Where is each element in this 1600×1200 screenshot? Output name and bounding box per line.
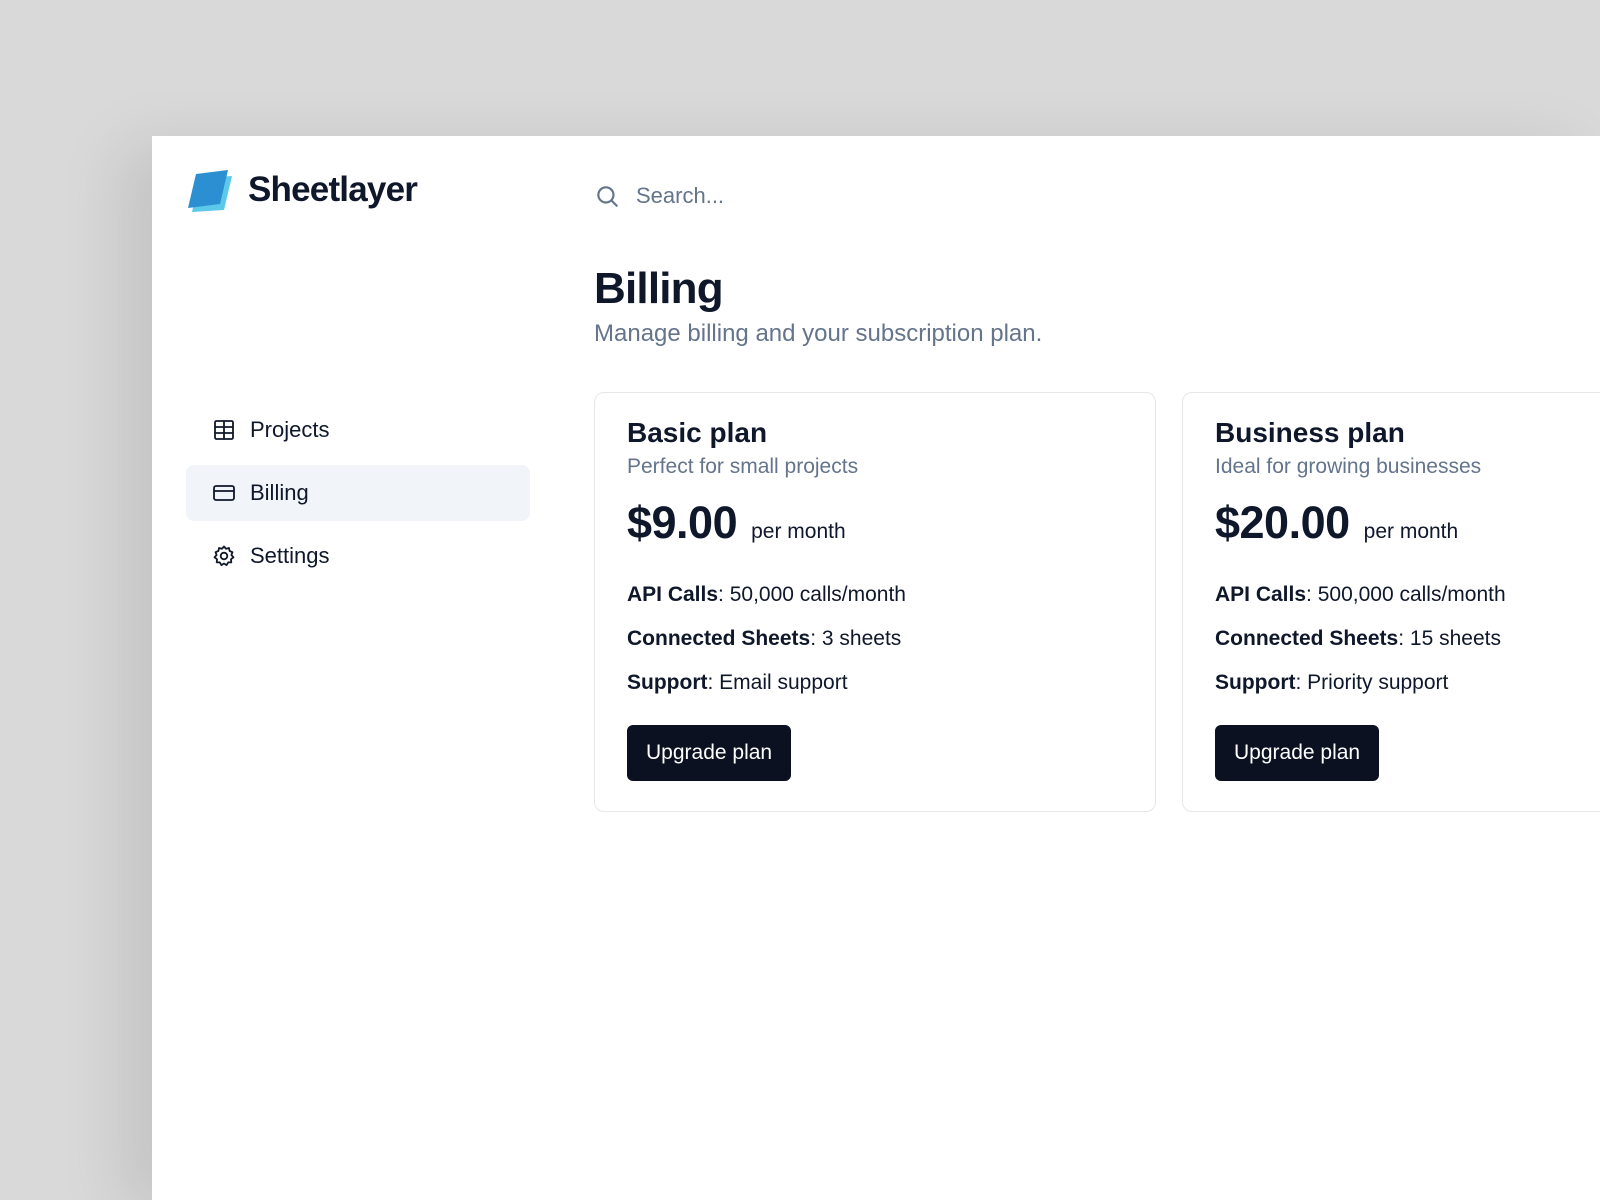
sidebar-item-billing[interactable]: Billing	[186, 465, 530, 521]
feature-item: API Calls: 50,000 calls/month	[627, 573, 1123, 617]
search-input[interactable]	[634, 182, 1058, 210]
sidebar: Projects Billing Settings	[186, 402, 530, 591]
sidebar-item-label: Billing	[250, 480, 309, 505]
feature-value: : Email support	[707, 671, 848, 694]
feature-list: API Calls: 50,000 calls/month Connected …	[627, 573, 1123, 705]
brand-name: Sheetlayer	[248, 170, 418, 209]
feature-item: Support: Priority support	[1215, 661, 1600, 705]
plan-period: per month	[1363, 520, 1459, 543]
stacked-sheets-logo	[188, 170, 232, 212]
credit-card-icon	[212, 481, 236, 505]
feature-value: : Priority support	[1295, 671, 1449, 694]
upgrade-plan-button[interactable]: Upgrade plan	[627, 725, 792, 781]
table-icon	[212, 418, 236, 442]
sidebar-item-projects[interactable]: Projects	[186, 402, 530, 458]
feature-key: Connected Sheets	[627, 627, 811, 650]
feature-value: : 15 sheets	[1398, 627, 1501, 650]
sidebar-item-label: Settings	[250, 543, 330, 568]
plan-price: $20.00	[1215, 497, 1350, 548]
plan-price: $9.00	[627, 497, 738, 548]
feature-key: Support	[1215, 671, 1296, 694]
feature-value: : 500,000 calls/month	[1306, 583, 1506, 606]
feature-key: API Calls	[1215, 583, 1307, 606]
feature-item: Connected Sheets: 3 sheets	[627, 617, 1123, 661]
feature-item: Connected Sheets: 15 sheets	[1215, 617, 1600, 661]
feature-list: API Calls: 500,000 calls/month Connected…	[1215, 573, 1600, 705]
upgrade-plan-button[interactable]: Upgrade plan	[1215, 725, 1380, 781]
app-window: Sheetlayer Projects	[152, 136, 1600, 1200]
sidebar-item-settings[interactable]: Settings	[186, 528, 530, 584]
price-row: $20.00 per month	[1215, 497, 1600, 549]
plans-container: Basic plan Perfect for small projects $9…	[594, 392, 1600, 812]
feature-key: Connected Sheets	[1215, 627, 1399, 650]
feature-value: : 3 sheets	[810, 627, 902, 650]
sidebar-item-label: Projects	[250, 417, 330, 442]
price-row: $9.00 per month	[627, 497, 1123, 549]
plan-period: per month	[751, 520, 846, 543]
gear-icon	[212, 544, 236, 568]
feature-key: Support	[627, 671, 708, 694]
page-title: Billing	[594, 264, 724, 313]
plan-name: Basic plan	[627, 417, 768, 448]
plan-description: Ideal for growing businesses	[1215, 455, 1482, 478]
plan-card-basic: Basic plan Perfect for small projects $9…	[594, 392, 1156, 812]
plan-name: Business plan	[1215, 417, 1405, 448]
feature-key: API Calls	[627, 583, 719, 606]
page-subtitle: Manage billing and your subscription pla…	[594, 320, 1043, 347]
feature-item: Support: Email support	[627, 661, 1123, 705]
plan-description: Perfect for small projects	[627, 455, 859, 478]
search-icon	[597, 186, 618, 207]
plan-card-business: Business plan Ideal for growing business…	[1182, 392, 1600, 812]
brand[interactable]: Sheetlayer	[186, 166, 418, 214]
feature-item: API Calls: 500,000 calls/month	[1215, 573, 1600, 617]
feature-value: : 50,000 calls/month	[718, 583, 906, 606]
search-bar[interactable]	[594, 176, 1094, 216]
